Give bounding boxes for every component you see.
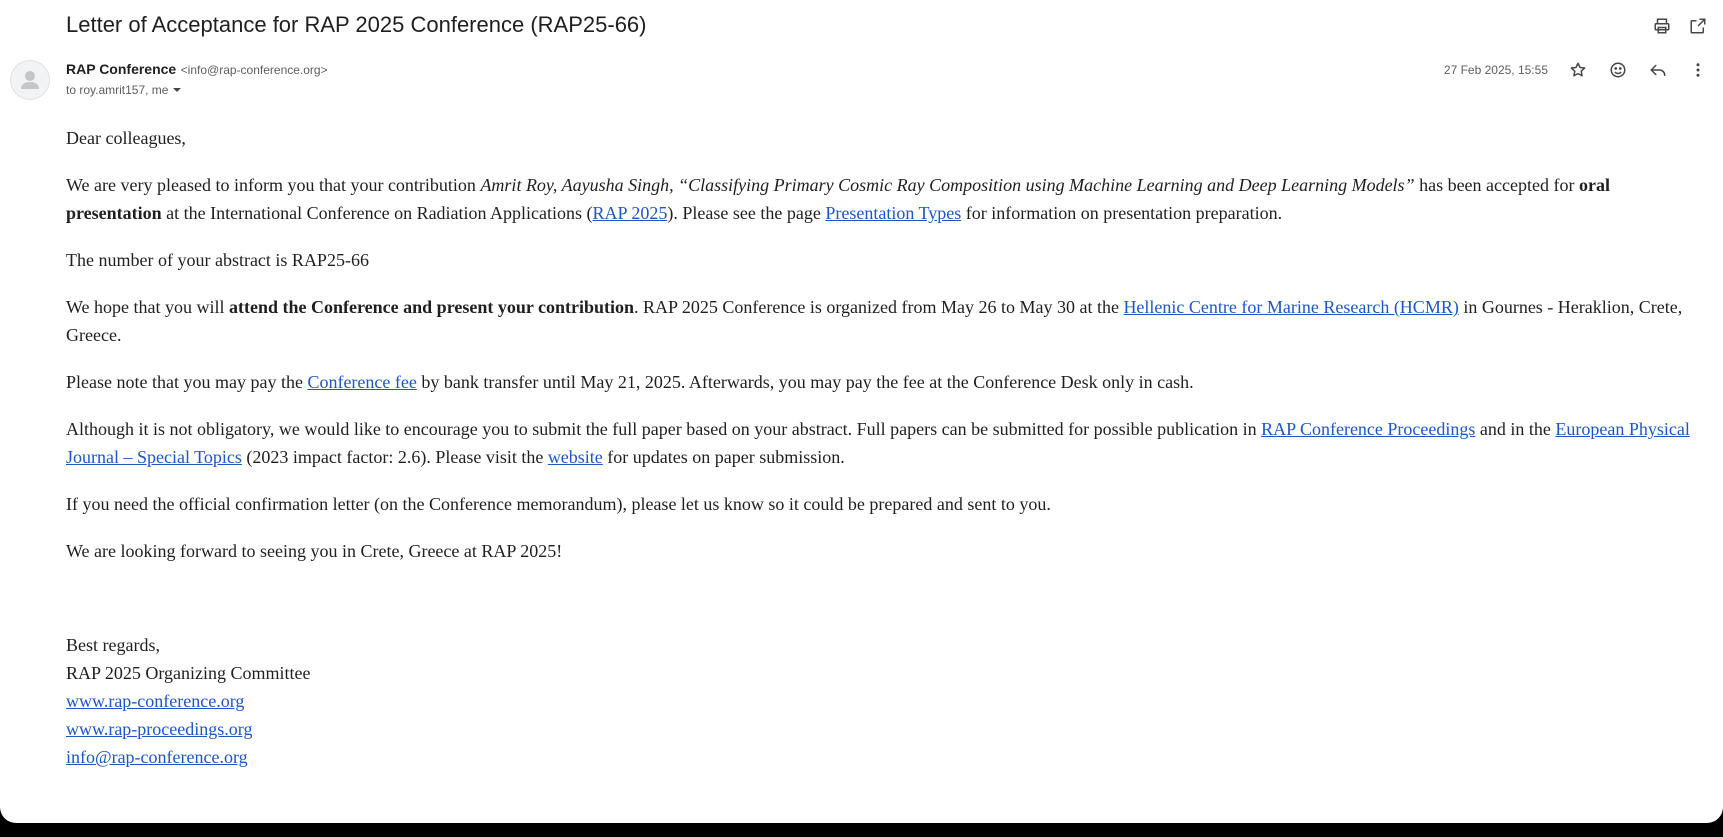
signature-closing: Best regards, <box>66 635 160 655</box>
contact-email-link[interactable]: info@rap-conference.org <box>66 747 248 767</box>
sender-name[interactable]: RAP Conference <box>66 61 176 77</box>
reply-icon[interactable] <box>1646 58 1670 82</box>
paragraph-fee: Please note that you may pay the Confere… <box>66 368 1706 396</box>
text: We are very pleased to inform you that y… <box>66 175 481 195</box>
text: and in the <box>1475 419 1556 439</box>
greeting: Dear colleagues, <box>66 128 186 148</box>
sender-line: RAP Conference <info@rap-conference.org> <box>66 61 328 79</box>
rap-2025-link[interactable]: RAP 2025 <box>593 203 668 223</box>
website-link[interactable]: website <box>548 447 603 467</box>
bold-text: attend the Conference and present your c… <box>229 297 635 317</box>
email-date: 27 Feb 2025, 15:55 <box>1443 63 1548 77</box>
more-vertical-icon[interactable] <box>1686 58 1710 82</box>
sender-avatar[interactable] <box>10 60 50 100</box>
caret-down-icon <box>173 88 182 92</box>
presentation-types-link[interactable]: Presentation Types <box>825 203 961 223</box>
email-subject: Letter of Acceptance for RAP 2025 Confer… <box>66 12 647 37</box>
text: ). Please see the page <box>667 203 826 223</box>
abstract-number: The number of your abstract is RAP25-66 <box>66 250 369 270</box>
star-icon[interactable] <box>1566 58 1590 82</box>
paragraph-attend: We hope that you will attend the Confere… <box>66 293 1706 349</box>
paragraph-closing: We are looking forward to seeing you in … <box>66 541 563 561</box>
contribution-title: Amrit Roy, Aayusha Singh, “Classifying P… <box>480 175 1415 195</box>
hcmr-link[interactable]: Hellenic Centre for Marine Research (HCM… <box>1123 297 1458 317</box>
proceedings-site-link[interactable]: www.rap-proceedings.org <box>66 719 252 739</box>
proceedings-link[interactable]: RAP Conference Proceedings <box>1261 419 1475 439</box>
paragraph-acceptance: We are very pleased to inform you that y… <box>66 171 1706 227</box>
text: has been accepted for <box>1414 175 1579 195</box>
sender-email: <info@rap-conference.org> <box>180 63 328 77</box>
conference-site-link[interactable]: www.rap-conference.org <box>66 691 244 711</box>
default-avatar-person-icon <box>21 71 39 89</box>
open-in-new-window-icon[interactable] <box>1687 15 1709 37</box>
recipients-text: to roy.amrit157, me <box>66 83 169 97</box>
recipients-toggle[interactable]: to roy.amrit157, me <box>66 83 182 97</box>
paragraph-confirmation: If you need the official confirmation le… <box>66 494 1051 514</box>
email-body: Dear colleagues, We are very pleased to … <box>66 124 1706 771</box>
paragraph-papers: Although it is not obligatory, we would … <box>66 415 1706 471</box>
signature-org: RAP 2025 Organizing Committee <box>66 663 311 683</box>
conference-fee-link[interactable]: Conference fee <box>307 372 416 392</box>
text: by bank transfer until May 21, 2025. Aft… <box>416 372 1194 392</box>
text: We hope that you will <box>66 297 230 317</box>
text: Please note that you may pay the <box>66 372 308 392</box>
email-view: Letter of Acceptance for RAP 2025 Confer… <box>0 0 1723 823</box>
text: . RAP 2025 Conference is organized from … <box>634 297 1124 317</box>
print-icon[interactable] <box>1651 15 1673 37</box>
text: for updates on paper submission. <box>602 447 845 467</box>
text: at the International Conference on Radia… <box>161 203 593 223</box>
signature: Best regards, RAP 2025 Organizing Commit… <box>66 631 1706 771</box>
text: for information on presentation preparat… <box>961 203 1283 223</box>
text: Although it is not obligatory, we would … <box>66 419 1262 439</box>
emoji-reaction-icon[interactable] <box>1606 58 1630 82</box>
text: (2023 impact factor: 2.6). Please visit … <box>241 447 548 467</box>
